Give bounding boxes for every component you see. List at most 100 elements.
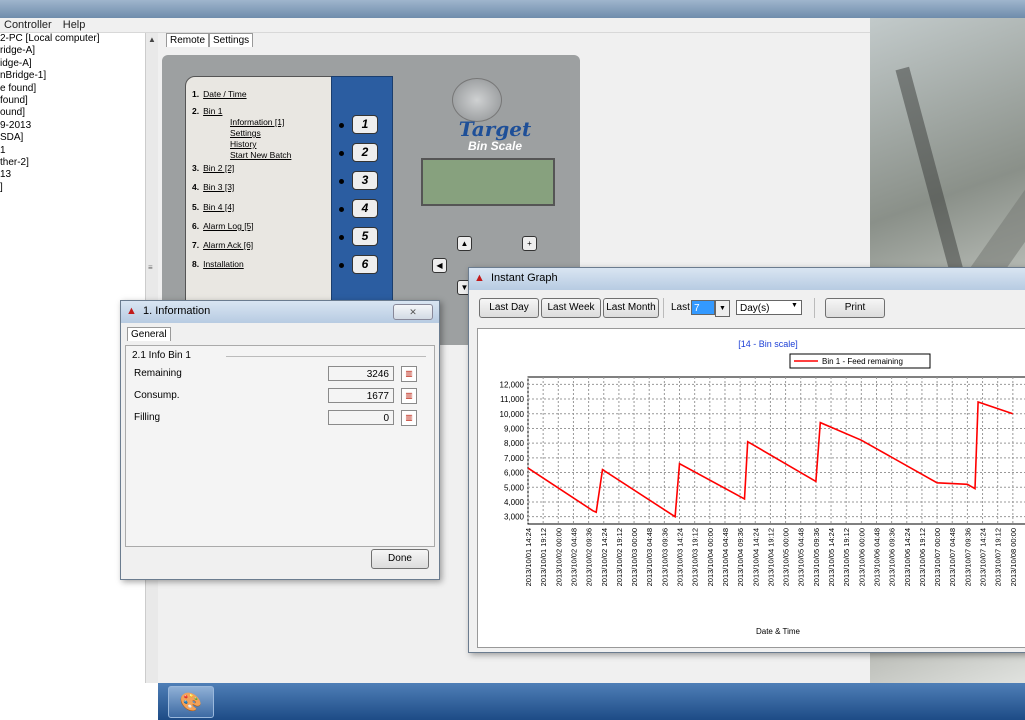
information-window-title: 1. Information: [143, 305, 211, 317]
menu-item-alarm-log[interactable]: 6. Alarm Log [5]: [192, 221, 254, 231]
nav-up-icon[interactable]: ▲: [457, 236, 472, 251]
x-tick-label: 2013/10/07 14:24: [979, 528, 988, 586]
tree-item[interactable]: 13: [0, 169, 145, 181]
last-week-button[interactable]: Last Week: [541, 298, 601, 318]
y-tick-label: 8,000: [504, 439, 525, 448]
information-window-titlebar[interactable]: ▲ 1. Information ✕: [121, 301, 439, 323]
scroll-grip-icon[interactable]: ≡: [148, 263, 153, 272]
toolbar-separator: [663, 298, 664, 318]
field-consumption: Consump. 1677 ▥: [134, 388, 434, 406]
done-button[interactable]: Done: [371, 549, 429, 569]
tree-item[interactable]: e found]: [0, 83, 145, 95]
tree-item[interactable]: nBridge-1]: [0, 70, 145, 82]
tree-item[interactable]: idge-A]: [0, 58, 145, 70]
target-logo-text: Target: [458, 117, 532, 141]
tree-item[interactable]: ]: [0, 182, 145, 194]
y-tick-label: 5,000: [504, 483, 525, 492]
field-filling: Filling 0 ▥: [134, 410, 434, 428]
menu-item-bin2[interactable]: 3. Bin 2 [2]: [192, 163, 234, 173]
menu-controller[interactable]: Controller: [0, 18, 56, 32]
menu-item-history[interactable]: History: [230, 139, 256, 149]
graph-window-title: Instant Graph: [491, 272, 558, 284]
menu-help[interactable]: Help: [59, 18, 90, 32]
tree-item[interactable]: ound]: [0, 107, 145, 119]
graph-icon[interactable]: ▥: [401, 366, 417, 382]
nav-plus-icon[interactable]: +: [522, 236, 537, 251]
x-tick-label: 2013/10/08 00:00: [1009, 528, 1018, 586]
taskbar-left-area: [0, 683, 158, 720]
chevron-down-icon[interactable]: ▼: [791, 302, 798, 309]
key-dot: [339, 207, 344, 212]
tree-item[interactable]: SDA]: [0, 132, 145, 144]
x-tick-label: 2013/10/04 04:48: [721, 528, 730, 586]
group-title: 2.1 Info Bin 1: [132, 350, 191, 361]
x-tick-label: 2013/10/05 00:00: [782, 528, 791, 586]
key-5[interactable]: 5: [352, 227, 378, 246]
key-4[interactable]: 4: [352, 199, 378, 218]
tree-item[interactable]: 1: [0, 145, 145, 157]
menu-item-information[interactable]: Information [1]: [230, 117, 284, 127]
y-tick-label: 6,000: [504, 469, 525, 478]
y-tick-label: 9,000: [504, 424, 525, 433]
menu-item-start-new-batch[interactable]: Start New Batch: [230, 150, 291, 160]
graph-icon[interactable]: ▥: [401, 388, 417, 404]
last-label: Last: [671, 302, 690, 313]
tree-item[interactable]: ridge-A]: [0, 45, 145, 57]
tab-general[interactable]: General: [127, 327, 171, 341]
y-tick-label: 10,000: [500, 410, 525, 419]
graph-icon[interactable]: ▥: [401, 410, 417, 426]
key-dot: [339, 263, 344, 268]
taskbar: [158, 683, 1025, 720]
close-button[interactable]: ✕: [393, 304, 433, 320]
chart-area: [14 - Bin scale] Bin 1 - Feed remaining 12…: [477, 328, 1025, 648]
key-3[interactable]: 3: [352, 171, 378, 190]
print-button[interactable]: Print: [825, 298, 885, 318]
tree-item[interactable]: 2-PC [Local computer]: [0, 33, 145, 45]
tree-item[interactable]: found]: [0, 95, 145, 107]
remote-menu: 1. Date / Time 2. Bin 1 Information [1] Se…: [185, 76, 335, 318]
app-icon: ▲: [126, 305, 137, 317]
tree-item[interactable]: 9-2013: [0, 120, 145, 132]
x-tick-label: 2013/10/03 04:48: [645, 528, 654, 586]
menu-item-bin3[interactable]: 4. Bin 3 [3]: [192, 182, 234, 192]
remote-key-strip: 1 2 3 4 5 6: [331, 76, 393, 318]
last-month-button[interactable]: Last Month: [603, 298, 659, 318]
graph-window-titlebar[interactable]: ▲ Instant Graph: [469, 268, 1025, 290]
chevron-down-icon[interactable]: ▼: [715, 300, 730, 317]
key-dot: [339, 123, 344, 128]
key-6[interactable]: 6: [352, 255, 378, 274]
last-day-button[interactable]: Last Day: [479, 298, 539, 318]
lcd-display: [421, 158, 555, 206]
x-tick-label: 2013/10/05 14:24: [827, 528, 836, 586]
field-remaining: Remaining 3246 ▥: [134, 366, 434, 384]
key-dot: [339, 235, 344, 240]
menu-item-bin1[interactable]: 2. Bin 1: [192, 106, 222, 116]
paint-app-icon[interactable]: 🎨: [168, 686, 214, 718]
information-window: ▲ 1. Information ✕ General 2.1 Info Bin …: [120, 300, 440, 580]
x-tick-label: 2013/10/02 19:12: [615, 528, 624, 586]
x-tick-label: 2013/10/05 19:12: [842, 528, 851, 586]
tab-remote[interactable]: Remote: [166, 33, 210, 47]
x-tick-label: 2013/10/02 00:00: [554, 528, 563, 586]
menu-item-date-time[interactable]: 1. Date / Time: [192, 89, 247, 99]
x-tick-label: 2013/10/03 00:00: [630, 528, 639, 586]
menu-item-bin4[interactable]: 5. Bin 4 [4]: [192, 202, 234, 212]
tree-item[interactable]: ther-2]: [0, 157, 145, 169]
key-2[interactable]: 2: [352, 143, 378, 162]
x-tick-label: 2013/10/05 09:36: [812, 528, 821, 586]
tab-settings[interactable]: Settings: [209, 33, 254, 47]
menu-item-alarm-ack[interactable]: 7. Alarm Ack [6]: [192, 240, 253, 250]
consumption-value: 1677: [328, 388, 394, 403]
key-1[interactable]: 1: [352, 115, 378, 134]
y-tick-label: 3,000: [504, 513, 525, 522]
toolbar-separator: [814, 298, 815, 318]
scroll-up-icon[interactable]: ▲: [148, 35, 156, 44]
last-count-input[interactable]: 7: [691, 300, 715, 315]
x-tick-label: 2013/10/01 14:24: [524, 528, 533, 586]
menu-item-installation[interactable]: 8. Installation: [192, 259, 244, 269]
menu-item-settings[interactable]: Settings: [230, 128, 261, 138]
app-icon: ▲: [474, 272, 485, 284]
x-tick-label: 2013/10/07 19:12: [994, 528, 1003, 586]
nav-left-icon[interactable]: ◀: [432, 258, 447, 273]
chart-svg: [14 - Bin scale] Bin 1 - Feed remaining 12…: [500, 339, 1025, 636]
